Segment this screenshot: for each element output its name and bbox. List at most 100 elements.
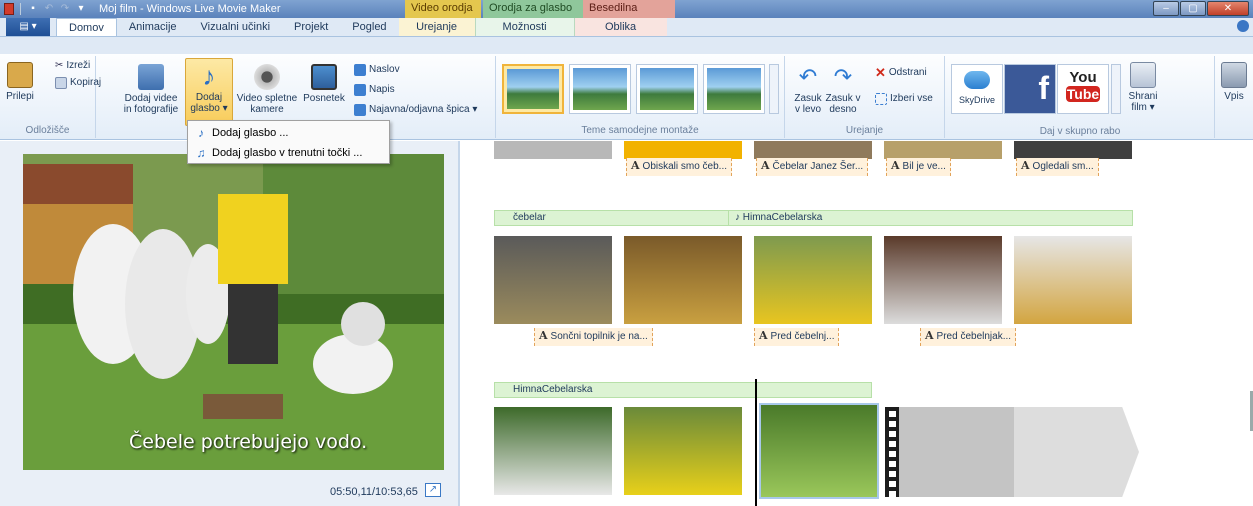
text-overlay-tag[interactable]: A Pred čebelnjak... — [920, 328, 1017, 346]
maximize-button[interactable]: ▢ — [1180, 1, 1206, 16]
youtube-share-button[interactable]: You Tube — [1057, 64, 1109, 114]
title-button[interactable]: Naslov — [354, 63, 400, 77]
copy-button[interactable]: Kopiraj — [55, 76, 101, 90]
tab-home[interactable]: Domov — [56, 18, 117, 36]
cut-label: Izreži — [66, 60, 91, 71]
file-menu-button[interactable]: ▤ ▾ — [6, 18, 50, 36]
gallery-scroll-buttons[interactable] — [769, 64, 779, 114]
preview-pane: Čebele potrebujejo vodo. 05:50,11/10:53,… — [0, 141, 458, 506]
divider — [20, 3, 21, 15]
clip-thumbnail[interactable] — [624, 141, 742, 159]
text-overlay-label: Pred čebelnjak... — [936, 331, 1012, 342]
text-overlay-label: Ogledali sm... — [1032, 161, 1094, 172]
clip-thumbnail[interactable] — [754, 141, 872, 159]
youtube-label-2: Tube — [1066, 86, 1100, 102]
close-button[interactable]: ✕ — [1207, 1, 1249, 16]
tab-format[interactable]: Oblika — [574, 18, 667, 36]
snapshot-button[interactable]: Posnetek — [302, 64, 346, 104]
preview-photo — [23, 154, 444, 470]
clip-thumbnail[interactable] — [494, 236, 612, 324]
add-videos-photos-button[interactable]: Dodaj videe in fotografije — [118, 64, 184, 115]
text-overlay-tag[interactable]: A Pred čebelnj... — [754, 328, 840, 346]
video-preview[interactable]: Čebele potrebujejo vodo. — [23, 154, 444, 470]
webcam-label-2: kamere — [250, 104, 284, 115]
paste-button[interactable]: Prilepi — [4, 62, 36, 102]
caption-button[interactable]: Napis — [354, 83, 395, 97]
text-overlay-tag[interactable]: A Sončni topilnik je na... — [534, 328, 653, 346]
title-icon — [354, 64, 366, 76]
empty-clip-placeholder[interactable] — [899, 407, 1139, 497]
sign-in-button[interactable]: Vpis — [1219, 62, 1249, 102]
skydrive-share-button[interactable]: SkyDrive — [951, 64, 1003, 114]
text-overlay-tag[interactable]: A Ogledali sm... — [1016, 158, 1099, 176]
selected-clip-thumbnail[interactable] — [759, 403, 879, 499]
share-gallery-scroll[interactable] — [1111, 64, 1121, 114]
quick-access-dropdown-icon[interactable]: ▾ — [75, 3, 87, 15]
clip-thumbnail[interactable] — [494, 141, 612, 159]
clip-thumbnail[interactable] — [884, 141, 1002, 159]
rotate-left-button[interactable]: ↶ Zasuk v levo — [793, 64, 823, 115]
menu-item-label: Dodaj glasbo v trenutni točki ... — [212, 146, 363, 159]
music-track-bar[interactable]: čebelar — [494, 210, 729, 226]
youtube-label-1: You — [1069, 69, 1097, 86]
clip-thumbnail[interactable] — [494, 407, 612, 495]
fullscreen-button[interactable]: ↗ — [425, 483, 441, 497]
title-label: Naslov — [369, 64, 400, 75]
clipboard-group: Prilepi ✂ Izreži Kopiraj Odložišče — [0, 56, 101, 138]
themes-group-label: Teme samodejne montaže — [581, 125, 699, 136]
film-strip-icon — [885, 407, 899, 506]
select-all-label: Izberi vse — [890, 93, 933, 104]
webcam-video-button[interactable]: Video spletne kamere — [236, 64, 298, 115]
clip-thumbnail[interactable] — [884, 236, 1002, 324]
remove-button[interactable]: ✕ Odstrani — [875, 66, 927, 80]
tab-options[interactable]: Možnosti — [474, 18, 575, 36]
clip-thumbnail[interactable] — [754, 236, 872, 324]
credits-label: Najavna/odjavna špica ▾ — [369, 104, 478, 115]
clip-thumbnail[interactable] — [1014, 236, 1132, 324]
music-track-bar[interactable]: HimnaCebelarska — [494, 382, 872, 398]
redo-icon[interactable]: ↷ — [59, 3, 71, 15]
menu-item-add-music-at-point[interactable]: ♫ Dodaj glasbo v trenutni točki ... — [190, 143, 387, 162]
text-overlay-tag[interactable]: A Čebelar Janez Šer... — [756, 158, 869, 176]
app-icon[interactable] — [4, 3, 14, 15]
undo-icon[interactable]: ↶ — [43, 3, 55, 15]
rotate-right-icon: ↷ — [833, 64, 853, 89]
rotate-right-button[interactable]: ↷ Zasuk v desno — [825, 64, 861, 115]
save-icon[interactable]: ▪ — [27, 3, 39, 15]
ribbon-tab-row: ▤ ▾ Domov Animacije Vizualni učinki Proj… — [0, 18, 1253, 54]
select-all-button[interactable]: Izberi vse — [875, 92, 933, 106]
skydrive-label: SkyDrive — [958, 95, 995, 105]
caption-label: Napis — [369, 84, 395, 95]
music-track-bar[interactable]: ♪ HimnaCebelarska — [728, 210, 1133, 226]
text-overlay-tag[interactable]: A Obiskali smo čeb... — [626, 158, 733, 176]
minimize-button[interactable]: – — [1153, 1, 1179, 16]
clip-thumbnail[interactable] — [624, 236, 742, 324]
rotate-left-label-2: v levo — [794, 104, 822, 115]
text-overlay-tag[interactable]: A Bil je ve... — [886, 158, 951, 176]
help-icon[interactable] — [1237, 20, 1249, 32]
menu-item-add-music[interactable]: ♪ Dodaj glasbo ... — [190, 123, 387, 142]
tab-edit[interactable]: Urejanje — [398, 18, 475, 36]
tab-animations[interactable]: Animacije — [117, 18, 189, 36]
cut-button[interactable]: ✂ Izreži — [55, 59, 90, 73]
theme-thumbnail-fade[interactable] — [703, 64, 765, 114]
clip-thumbnail[interactable] — [1014, 141, 1132, 159]
credits-button[interactable]: Najavna/odjavna špica ▾ — [354, 103, 477, 117]
add-music-button[interactable]: ♪ Dodaj glasbo ▾ — [185, 58, 233, 126]
playhead-cursor[interactable] — [755, 379, 757, 506]
facebook-share-button[interactable]: f — [1004, 64, 1056, 114]
clip-thumbnail[interactable] — [624, 407, 742, 495]
add-videos-label-2: in fotografije — [123, 104, 179, 115]
theme-thumbnail-default[interactable] — [502, 64, 564, 114]
tab-visual-effects[interactable]: Vizualni učinki — [189, 18, 283, 36]
theme-thumbnail-contemporary[interactable] — [569, 64, 631, 114]
tab-project[interactable]: Projekt — [282, 18, 340, 36]
tab-view[interactable]: Pogled — [340, 18, 398, 36]
music-track-label: čebelar — [513, 212, 546, 223]
theme-thumbnail-cinematic[interactable] — [636, 64, 698, 114]
editing-group: ↶ Zasuk v levo ↷ Zasuk v desno ✕ Odstran… — [785, 56, 945, 138]
editing-group-label: Urejanje — [845, 125, 884, 136]
text-overlay-label: Sončni topilnik je na... — [550, 331, 648, 342]
title-bar: ▪ ↶ ↷ ▾ Moj film - Windows Live Movie Ma… — [0, 0, 1253, 30]
save-movie-button[interactable]: Shrani film ▾ — [1125, 62, 1161, 113]
